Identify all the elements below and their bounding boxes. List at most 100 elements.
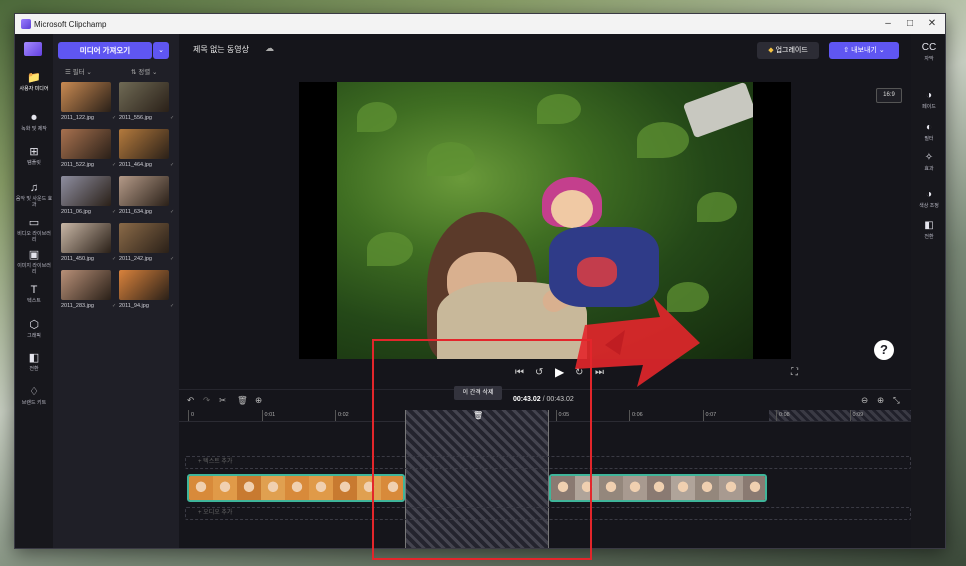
clip-frame <box>237 476 261 500</box>
rail-item-label: 이미지 라이브러리 <box>17 263 51 275</box>
right-panel-fade[interactable]: ◑ 페이드 <box>911 90 945 110</box>
text-icon: T <box>30 284 38 296</box>
app-menu-icon[interactable] <box>24 42 42 56</box>
music-icon: ♫ <box>29 182 39 194</box>
transitions-icon: ◧ <box>28 352 40 364</box>
rail-item-label: 비디오 라이브러리 <box>17 231 51 243</box>
media-thumbnail[interactable] <box>61 223 111 253</box>
media-thumbnail[interactable] <box>61 82 111 112</box>
media-thumbnail[interactable] <box>119 82 169 112</box>
right-panel-label: 페이드 <box>922 104 936 110</box>
minimize-button[interactable]: – <box>877 16 899 32</box>
import-dropdown-button[interactable]: ⌄ <box>153 42 169 59</box>
sort-button[interactable]: ⇅ 정렬 ⌄ <box>131 66 158 76</box>
added-check-icon: ✓ <box>170 209 175 215</box>
video-camera-icon: ⏺ <box>31 112 37 124</box>
rail-item-video-camera[interactable]: ⏺ 녹화 및 제작 <box>15 112 53 132</box>
right-panel-label: 필터 <box>924 136 934 142</box>
upgrade-label: 업그레이드 <box>775 47 808 54</box>
media-filename: 2011_634.jpg <box>119 209 152 215</box>
clip-frame <box>743 476 765 500</box>
undo-icon[interactable]: ↶ <box>187 395 194 406</box>
fade-icon: ◑ <box>925 90 933 101</box>
media-thumbnail[interactable] <box>119 223 169 253</box>
ruler-tick-line <box>335 410 336 421</box>
ruler-tick-label: 0:09 <box>852 412 864 418</box>
maximize-button[interactable]: □ <box>899 16 921 32</box>
graphics-icon: ⬡ <box>29 319 39 331</box>
fit-icon[interactable]: ⤡ <box>893 395 900 406</box>
ruler-tick-line <box>629 410 630 421</box>
media-thumbnail[interactable] <box>119 129 169 159</box>
preview-stage <box>299 82 791 359</box>
add-icon[interactable]: ⊕ <box>255 395 262 406</box>
added-check-icon: ✓ <box>112 256 117 262</box>
annotation-rectangle <box>372 339 592 560</box>
right-panel-transition[interactable]: ◧ 전환 <box>911 220 945 240</box>
added-check-icon: ✓ <box>112 303 117 309</box>
rail-item-folder[interactable]: 📁 사용자 미디어 <box>15 72 53 92</box>
import-media-button[interactable]: 미디어 가져오기 <box>58 42 152 59</box>
export-button[interactable]: ⇧ 내보내기 ⌄ <box>829 42 899 59</box>
folder-icon: 📁 <box>27 72 41 84</box>
close-button[interactable]: ✕ <box>921 16 943 32</box>
zoom-in-icon[interactable]: ⊕ <box>877 395 884 406</box>
rail-item-text[interactable]: T 텍스트 <box>15 284 53 304</box>
redo-icon[interactable]: ↷ <box>203 395 210 406</box>
image-icon: ▣ <box>28 249 40 261</box>
media-thumbnail[interactable] <box>119 270 169 300</box>
added-check-icon: ✓ <box>112 162 117 168</box>
left-rail: 📁 사용자 미디어 ⏺ 녹화 및 제작 ⊞ 템플릿 ♫ 음악 및 사운드 효과 ▭ 비디오 라이브… <box>15 34 53 548</box>
rail-item-templates[interactable]: ⊞ 템플릿 <box>15 146 53 166</box>
rail-item-music[interactable]: ♫ 음악 및 사운드 효과 <box>15 182 53 208</box>
ruler-tick-label: 0:06 <box>632 412 643 418</box>
rail-item-transitions[interactable]: ◧ 전환 <box>15 352 53 372</box>
zoom-out-icon[interactable]: ⊖ <box>861 395 868 406</box>
clip-frame <box>189 476 213 500</box>
audio-track-label: + 오디오 추가 <box>198 510 233 516</box>
media-thumbnail[interactable] <box>61 270 111 300</box>
title-bar: Microsoft Clipchamp – □ ✕ <box>15 14 945 34</box>
rail-item-label: 음악 및 사운드 효과 <box>15 196 53 208</box>
sort-label: 정렬 <box>138 69 151 76</box>
color-adjust-icon: ◑ <box>925 189 933 200</box>
right-panel-filter[interactable]: ◐ 필터 <box>911 122 945 142</box>
added-check-icon: ✓ <box>170 115 175 121</box>
clip-frame <box>647 476 671 500</box>
ruler-tick-label: 0:02 <box>338 412 349 418</box>
media-thumbnail[interactable] <box>61 129 111 159</box>
filter-icon: ☰ <box>65 69 73 76</box>
ruler-tick-label: 0 <box>191 412 195 418</box>
rail-item-graphics[interactable]: ⬡ 그래픽 <box>15 319 53 339</box>
right-panel-effects[interactable]: ✧ 효과 <box>911 152 945 172</box>
templates-icon: ⊞ <box>29 146 39 158</box>
added-check-icon: ✓ <box>170 303 175 309</box>
media-filename: 2011_464.jpg <box>119 162 152 168</box>
media-thumbnail[interactable] <box>119 176 169 206</box>
fullscreen-icon[interactable]: ⛶ <box>791 367 798 378</box>
right-panel-color-adjust[interactable]: ◑ 색상 조정 <box>911 189 945 209</box>
upgrade-button[interactable]: ◆ 업그레이드 <box>757 42 819 59</box>
export-label: 내보내기 <box>851 47 877 54</box>
media-filename: 2011_450.jpg <box>61 256 94 262</box>
ruler-tick-label: 0:01 <box>264 412 276 418</box>
ruler-tick-line <box>261 410 263 421</box>
clip-frame <box>309 476 333 500</box>
clip-frame <box>333 476 357 500</box>
project-title[interactable]: 제목 없는 동영상 <box>193 44 249 55</box>
ruler-tick-line <box>188 410 189 421</box>
clip-frame <box>695 476 719 500</box>
rail-item-image[interactable]: ▣ 이미지 라이브러리 <box>15 249 53 275</box>
rail-item-stock-video[interactable]: ▭ 비디오 라이브러리 <box>15 217 53 243</box>
delete-icon[interactable]: 🗑 <box>237 395 248 406</box>
cloud-sync-icon: ☁ <box>265 43 274 53</box>
media-filename: 2011_242.jpg <box>119 256 152 262</box>
right-panel-label: 자막 <box>924 56 934 62</box>
rail-item-brand-kit[interactable]: ♢ 브랜드 키트 <box>15 386 53 406</box>
media-thumbnail[interactable] <box>61 176 111 206</box>
help-button[interactable]: ? <box>874 340 894 360</box>
right-panel-captions[interactable]: CC 자막 <box>911 42 945 62</box>
aspect-ratio-button[interactable]: 16:9 <box>876 88 902 103</box>
filter-button[interactable]: ☰ 필터 ⌄ <box>65 66 92 76</box>
split-icon[interactable]: ✂ <box>219 395 226 406</box>
